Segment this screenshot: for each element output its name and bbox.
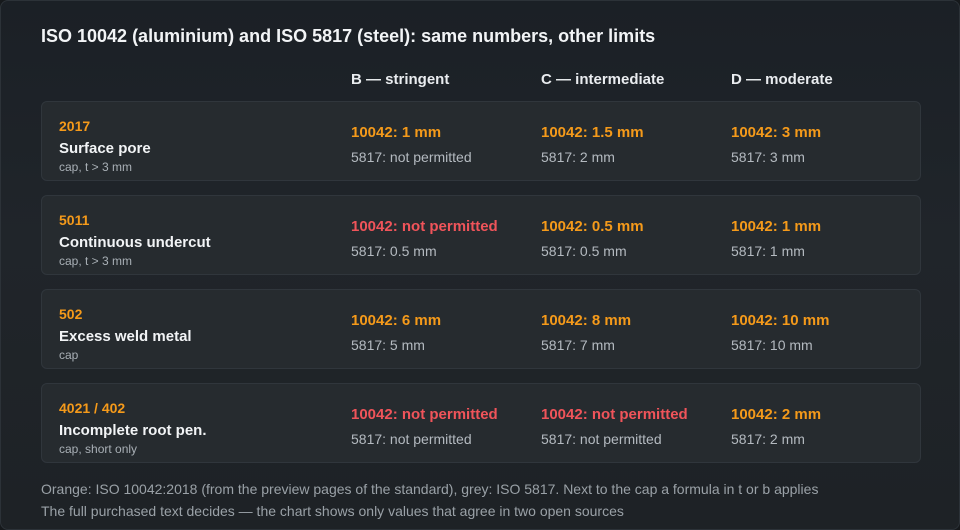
- imperfection-row: 4021 / 402 Incomplete root pen. cap, sho…: [41, 383, 921, 463]
- iso5817-value: 5817: not permitted: [351, 431, 472, 447]
- iso5817-value: 5817: 0.5 mm: [541, 243, 627, 259]
- imperfection-code: 502: [59, 306, 83, 322]
- imperfection-note: cap, t > 3 mm: [59, 254, 133, 268]
- iso5817-value: 5817: 10 mm: [731, 337, 813, 353]
- imperfection-note: cap, t > 3 mm: [59, 160, 133, 174]
- page-title: ISO 10042 (aluminium) and ISO 5817 (stee…: [41, 26, 656, 46]
- iso10042-value: 10042: 1.5 mm: [541, 124, 644, 141]
- iso5817-value: 5817: 3 mm: [731, 149, 805, 165]
- imperfection-code: 5011: [59, 212, 90, 228]
- imperfection-name: Continuous undercut: [59, 234, 211, 251]
- iso10042-value: 10042: not permitted: [351, 406, 498, 423]
- iso10042-value: 10042: 1 mm: [351, 124, 442, 141]
- iso5817-value: 5817: not permitted: [541, 431, 662, 447]
- iso10042-value: 10042: 1 mm: [731, 218, 822, 235]
- imperfection-code: 4021 / 402: [59, 400, 126, 416]
- iso10042-value: 10042: 8 mm: [541, 312, 632, 329]
- iso10042-value: 10042: 3 mm: [731, 124, 822, 141]
- iso10042-value: 10042: 0.5 mm: [541, 218, 644, 235]
- iso5817-value: 5817: not permitted: [351, 149, 472, 165]
- imperfection-note: cap: [59, 348, 79, 362]
- imperfection-name: Surface pore: [59, 140, 151, 157]
- iso10042-value: 10042: not permitted: [351, 218, 498, 235]
- imperfection-list: 2017 Surface pore cap, t > 3 mm 10042: 1…: [41, 101, 921, 477]
- iso10042-value: 10042: 6 mm: [351, 312, 442, 329]
- column-header-b: B — stringent: [351, 71, 450, 88]
- column-header-d: D — moderate: [731, 71, 833, 88]
- footnote-legend: Orange: ISO 10042:2018 (from the preview…: [41, 481, 819, 497]
- imperfection-name: Excess weld metal: [59, 328, 192, 345]
- iso10042-value: 10042: not permitted: [541, 406, 688, 423]
- iso5817-value: 5817: 2 mm: [541, 149, 615, 165]
- iso10042-value: 10042: 2 mm: [731, 406, 822, 423]
- imperfection-note: cap, short only: [59, 442, 138, 456]
- iso5817-value: 5817: 1 mm: [731, 243, 805, 259]
- imperfection-row: 5011 Continuous undercut cap, t > 3 mm 1…: [41, 195, 921, 275]
- iso5817-value: 5817: 5 mm: [351, 337, 425, 353]
- iso5817-value: 5817: 7 mm: [541, 337, 615, 353]
- imperfection-row: 502 Excess weld metal cap 10042: 6 mm 58…: [41, 289, 921, 369]
- imperfection-name: Incomplete root pen.: [59, 422, 207, 439]
- iso10042-value: 10042: 10 mm: [731, 312, 830, 329]
- footnote-disclaimer: The full purchased text decides — the ch…: [41, 503, 624, 519]
- imperfection-row: 2017 Surface pore cap, t > 3 mm 10042: 1…: [41, 101, 921, 181]
- iso5817-value: 5817: 0.5 mm: [351, 243, 437, 259]
- imperfection-code: 2017: [59, 118, 91, 134]
- iso5817-value: 5817: 2 mm: [731, 431, 805, 447]
- comparison-panel: ISO 10042 (aluminium) and ISO 5817 (stee…: [0, 0, 960, 530]
- column-header-c: C — intermediate: [541, 71, 665, 88]
